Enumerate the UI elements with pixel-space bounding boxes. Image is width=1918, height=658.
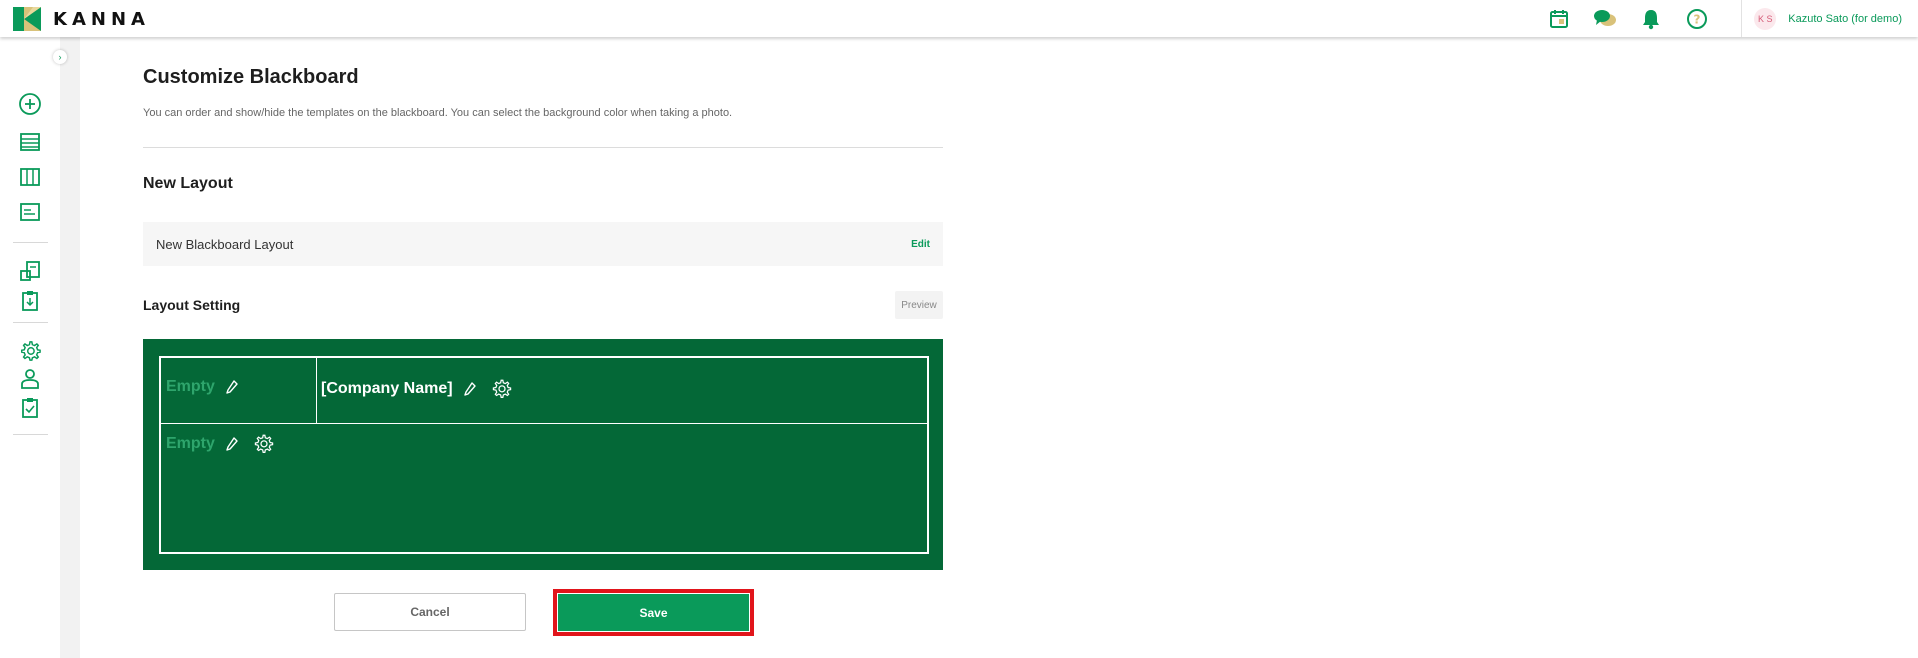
- pencil-icon[interactable]: [223, 435, 241, 453]
- bell-icon[interactable]: [1639, 7, 1663, 31]
- avatar: K S: [1754, 7, 1777, 30]
- svg-text:?: ?: [1694, 12, 1701, 26]
- add-circle-icon[interactable]: [18, 92, 42, 116]
- top-header: KANNA ? K S Kazuto Sato (for demo): [0, 0, 1918, 37]
- new-layout-heading: New Layout: [143, 175, 233, 192]
- cell-label: Empty: [166, 378, 215, 395]
- clipboard-download-icon[interactable]: [18, 289, 42, 313]
- list-icon[interactable]: [18, 130, 42, 154]
- kanna-logo-icon: [13, 7, 41, 31]
- preview-button[interactable]: Preview: [895, 291, 943, 319]
- content-gutter: [60, 37, 80, 658]
- sidebar-divider: [13, 242, 48, 243]
- edit-layout-name-button[interactable]: Edit: [911, 239, 930, 250]
- help-icon[interactable]: ?: [1685, 7, 1709, 31]
- page-description: You can order and show/hide the template…: [143, 107, 733, 119]
- save-button[interactable]: Save: [558, 594, 749, 631]
- layout-name-row: New Blackboard Layout Edit: [143, 222, 943, 266]
- main-content: Customize Blackboard You can order and s…: [80, 37, 1918, 658]
- cancel-button[interactable]: Cancel: [334, 593, 526, 631]
- blackboard-preview: Empty [Company Name] Empty: [143, 339, 943, 570]
- documents-icon[interactable]: [18, 259, 42, 283]
- pencil-icon[interactable]: [223, 378, 241, 396]
- divider: [143, 147, 943, 148]
- sidebar-expand-button[interactable]: ›: [53, 50, 67, 64]
- blackboard-cell[interactable]: Empty: [161, 358, 317, 424]
- page-title: Customize Blackboard: [143, 66, 359, 88]
- user-menu[interactable]: K S Kazuto Sato (for demo): [1754, 7, 1902, 30]
- sidebar-divider: [13, 322, 48, 323]
- layout-name: New Blackboard Layout: [156, 236, 294, 252]
- calendar-icon[interactable]: [1547, 7, 1571, 31]
- kanna-logo[interactable]: KANNA: [13, 7, 150, 31]
- gear-icon[interactable]: [18, 339, 42, 363]
- card-icon[interactable]: [18, 200, 42, 224]
- layout-setting-heading: Layout Setting: [143, 297, 241, 313]
- columns-icon[interactable]: [18, 165, 42, 189]
- clipboard-check-icon[interactable]: [18, 396, 42, 420]
- blackboard-cell[interactable]: [Company Name]: [317, 358, 927, 424]
- user-name: Kazuto Sato (for demo): [1788, 12, 1902, 25]
- user-icon[interactable]: [18, 367, 42, 391]
- pencil-icon[interactable]: [461, 380, 479, 398]
- chat-icon[interactable]: [1593, 7, 1617, 31]
- sidebar: ›: [0, 37, 67, 658]
- cell-label: [Company Name]: [321, 380, 453, 397]
- cell-label: Empty: [166, 435, 215, 452]
- gear-icon[interactable]: [253, 433, 275, 455]
- blackboard-cell[interactable]: Empty: [161, 424, 927, 552]
- sidebar-divider: [13, 434, 48, 435]
- header-divider: [1741, 0, 1743, 37]
- gear-icon[interactable]: [491, 378, 513, 400]
- brand-name: KANNA: [53, 8, 150, 30]
- blackboard-frame: Empty [Company Name] Empty: [159, 356, 929, 554]
